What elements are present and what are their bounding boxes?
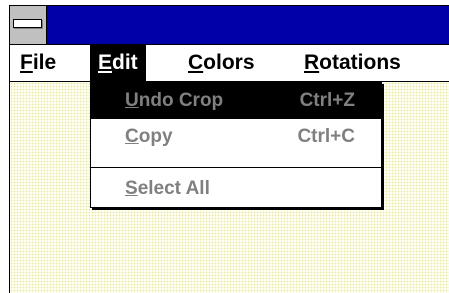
select-all-label: Select All xyxy=(125,171,210,207)
undo-crop-rest: ndo Crop xyxy=(138,90,224,111)
menu-edit[interactable]: Edit xyxy=(90,45,146,81)
menu-file-rest: ile xyxy=(32,51,57,74)
edit-dropdown-menu: Undo Crop Ctrl+Z Copy Ctrl+C Select All xyxy=(90,82,382,208)
copy-rest: opy xyxy=(138,126,173,147)
menu-file-mnemonic: F xyxy=(20,51,33,74)
minus-icon xyxy=(13,19,42,28)
menu-colors-mnemonic: C xyxy=(188,51,204,74)
menu-rotations-mnemonic: R xyxy=(304,51,320,74)
copy-label: Copy xyxy=(125,119,173,155)
undo-crop-mnemonic: U xyxy=(125,90,139,111)
menu-separator xyxy=(91,167,381,168)
menu-item-undo-crop[interactable]: Undo Crop Ctrl+Z xyxy=(91,83,381,119)
copy-shortcut: Ctrl+C xyxy=(297,126,355,147)
select-all-mnemonic: S xyxy=(125,178,138,199)
menu-edit-rest: dit xyxy=(112,51,138,74)
menu-rotations-rest: otations xyxy=(319,51,401,74)
menu-item-select-all[interactable]: Select All xyxy=(91,171,381,207)
app-window: File Edit Colors Rotations Undo Crop Ctr… xyxy=(9,5,449,293)
menu-colors[interactable]: Colors xyxy=(180,45,263,81)
menu-file[interactable]: File xyxy=(12,45,64,81)
undo-crop-label: Undo Crop xyxy=(125,83,223,119)
system-menu-button[interactable] xyxy=(10,6,47,44)
menu-rotations[interactable]: Rotations xyxy=(296,45,409,81)
menu-bar: File Edit Colors Rotations xyxy=(10,45,449,82)
menu-item-copy[interactable]: Copy Ctrl+C xyxy=(91,119,381,155)
select-all-rest: elect All xyxy=(137,178,210,199)
menu-edit-mnemonic: E xyxy=(98,51,113,74)
menu-colors-rest: olors xyxy=(203,51,255,74)
undo-crop-shortcut: Ctrl+Z xyxy=(299,90,355,111)
title-bar[interactable] xyxy=(10,6,449,45)
copy-mnemonic: C xyxy=(125,126,139,147)
